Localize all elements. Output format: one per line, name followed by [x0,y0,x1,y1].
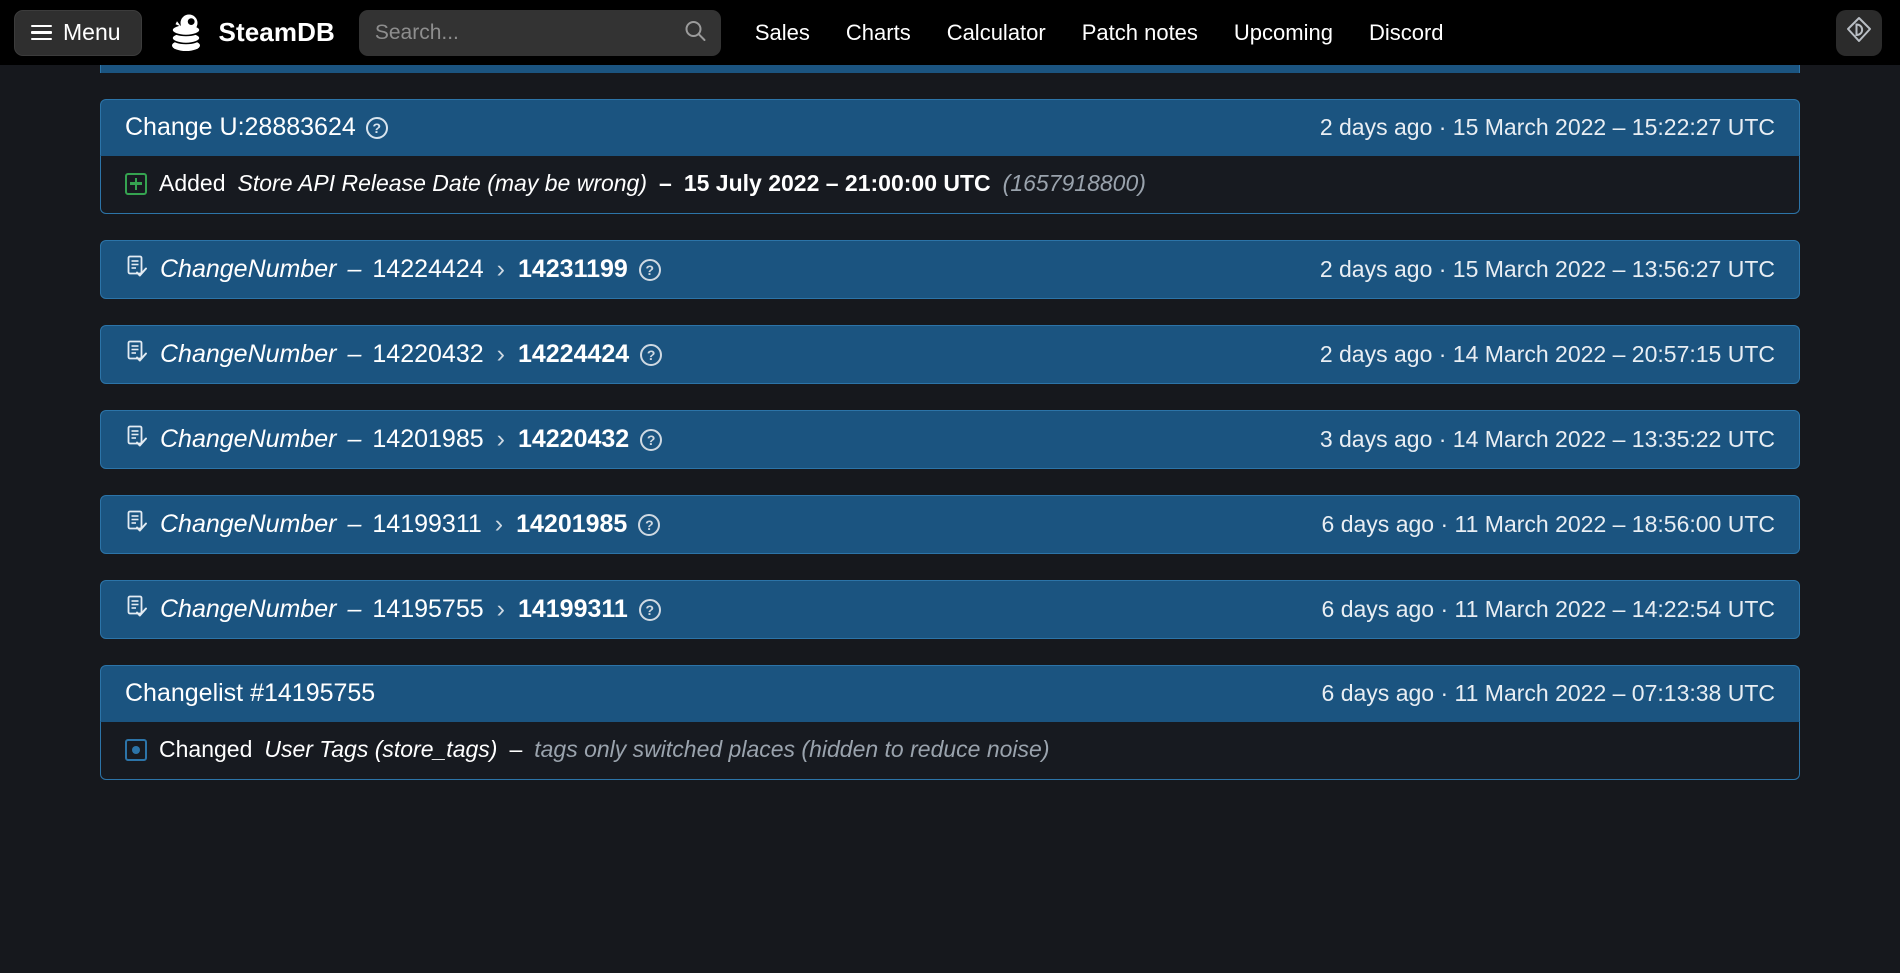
changenumber-icon [125,254,149,285]
change-action: Changed [159,736,253,762]
chevron-right-icon: › [496,255,505,283]
menu-button[interactable]: Menu [14,9,142,56]
nav-item-charts[interactable]: Charts [828,10,929,56]
changenumber-row[interactable]: ChangeNumber – 14199311 › 14201985 ? 6 d… [100,495,1800,554]
changenumber-label: ChangeNumber [160,425,337,453]
search-icon[interactable] [683,18,707,47]
header-right [1836,9,1882,56]
chevron-right-icon: › [496,595,505,623]
change-action: Added [159,170,226,196]
changenumber-old: 14201985 [372,425,484,453]
steam-login-icon [1844,15,1874,50]
change-note: tags only switched places (hidden to red… [534,736,1050,762]
change-note: (1657918800) [1002,170,1146,196]
nav-item-patch-notes[interactable]: Patch notes [1064,10,1216,56]
changenumber-row-left: ChangeNumber – 14220432 › 14224424 ? [125,339,663,370]
help-icon[interactable]: ? [640,343,663,366]
change-card-timestamp: 2 days ago · 15 March 2022 – 15:22:27 UT… [1319,114,1775,140]
change-card-header[interactable]: Change U:28883624 ? 2 days ago · 15 Marc… [100,99,1800,156]
changenumber-dash: – [347,340,362,368]
changelist-card-body: Changed User Tags (store_tags) – tags on… [100,722,1800,780]
changenumber-label: ChangeNumber [160,340,337,368]
change-dash: – [509,736,523,762]
change-dash: – [659,170,672,196]
changenumber-timestamp: 2 days ago · 15 March 2022 – 13:56:27 UT… [1319,256,1775,282]
changenumber-icon [125,339,149,370]
help-icon[interactable]: ? [365,116,388,139]
change-card: Change U:28883624 ? 2 days ago · 15 Marc… [100,99,1800,214]
changenumber-dash: – [347,255,362,283]
chevron-right-icon: › [496,425,505,453]
changenumber-row-left: ChangeNumber – 14201985 › 14220432 ? [125,424,663,455]
change-field: Store API Release Date (may be wrong) [237,170,648,196]
change-value: 15 July 2022 – 21:00:00 UTC [683,170,991,196]
brand-link[interactable]: SteamDB [164,11,335,55]
changenumber-old: 14195755 [372,595,484,623]
change-card-body: Added Store API Release Date (may be wro… [100,156,1800,214]
changenumber-icon [125,594,149,625]
changenumber-timestamp: 3 days ago · 14 March 2022 – 13:35:22 UT… [1319,426,1775,452]
menu-button-label: Menu [63,19,121,45]
changenumber-row-left: ChangeNumber – 14224424 › 14231199 ? [125,254,661,285]
modified-icon [125,738,147,761]
changenumber-row[interactable]: ChangeNumber – 14224424 › 14231199 ? 2 d… [100,240,1800,299]
changenumber-row[interactable]: ChangeNumber – 14201985 › 14220432 ? 3 d… [100,410,1800,469]
help-icon[interactable]: ? [638,513,661,536]
chevron-right-icon: › [496,340,505,368]
brand-name: SteamDB [218,17,335,47]
changenumber-label: ChangeNumber [160,255,337,283]
changenumber-new: 14231199 [517,255,628,283]
steamdb-logo-icon [164,11,208,55]
hamburger-icon [31,24,52,41]
changenumber-timestamp: 6 days ago · 11 March 2022 – 18:56:00 UT… [1321,511,1775,537]
changenumber-icon [125,509,149,540]
add-icon [125,172,147,195]
changenumber-label: ChangeNumber [160,510,337,538]
changelist-card-header-left: Changelist #14195755 [125,679,375,708]
search-input[interactable] [358,9,721,56]
change-field: User Tags (store_tags) [264,736,498,762]
site-header: Menu SteamDB Sales Chart [0,0,1900,65]
change-card-title: Change U:28883624 [125,113,356,141]
change-line: Added Store API Release Date (may be wro… [125,166,1775,201]
nav-item-discord[interactable]: Discord [1351,10,1462,56]
help-icon[interactable]: ? [640,428,663,451]
changenumber-new: 14199311 [517,595,628,623]
changenumber-dash: – [347,510,362,538]
nav-item-sales[interactable]: Sales [737,10,828,56]
changenumber-old: 14224424 [372,255,484,283]
changenumber-dash: – [347,425,362,453]
changenumber-new: 14201985 [516,510,628,538]
chevron-right-icon: › [494,510,504,538]
nav-item-calculator[interactable]: Calculator [929,10,1064,56]
help-icon[interactable]: ? [638,598,661,621]
changelist-card-header[interactable]: Changelist #14195755 6 days ago · 11 Mar… [100,665,1800,722]
changenumber-dash: – [347,595,362,623]
changenumber-timestamp: 2 days ago · 14 March 2022 – 20:57:15 UT… [1319,341,1775,367]
search-box[interactable] [358,9,721,56]
changenumber-old: 14199311 [372,510,482,538]
changenumber-row-left: ChangeNumber – 14199311 › 14201985 ? [125,509,661,540]
changenumber-new: 14220432 [517,425,630,453]
changenumber-row-left: ChangeNumber – 14195755 › 14199311 ? [125,594,661,625]
nav-item-upcoming[interactable]: Upcoming [1216,10,1351,56]
changelist-title: Changelist #14195755 [125,679,376,707]
changenumber-timestamp: 6 days ago · 11 March 2022 – 14:22:54 UT… [1321,596,1775,622]
changenumber-row[interactable]: ChangeNumber – 14220432 › 14224424 ? 2 d… [100,325,1800,384]
changenumber-new: 14224424 [517,340,630,368]
changelist-card: Changelist #14195755 6 days ago · 11 Mar… [100,665,1800,780]
change-card-header-left: Change U:28883624 ? [125,113,388,142]
changelist-timestamp: 6 days ago · 11 March 2022 – 07:13:38 UT… [1321,680,1775,706]
changenumber-icon [125,424,149,455]
changenumber-label: ChangeNumber [160,595,337,623]
changenumber-row[interactable]: ChangeNumber – 14195755 › 14199311 ? 6 d… [100,580,1800,639]
main-nav: Sales Charts Calculator Patch notes Upco… [737,10,1462,56]
changelist-content: Change U:28883624 ? 2 days ago · 15 Marc… [0,57,1900,780]
changenumber-old: 14220432 [372,340,484,368]
help-icon[interactable]: ? [638,258,661,281]
steam-login-button[interactable] [1836,9,1882,56]
change-line: Changed User Tags (store_tags) – tags on… [125,732,1775,767]
